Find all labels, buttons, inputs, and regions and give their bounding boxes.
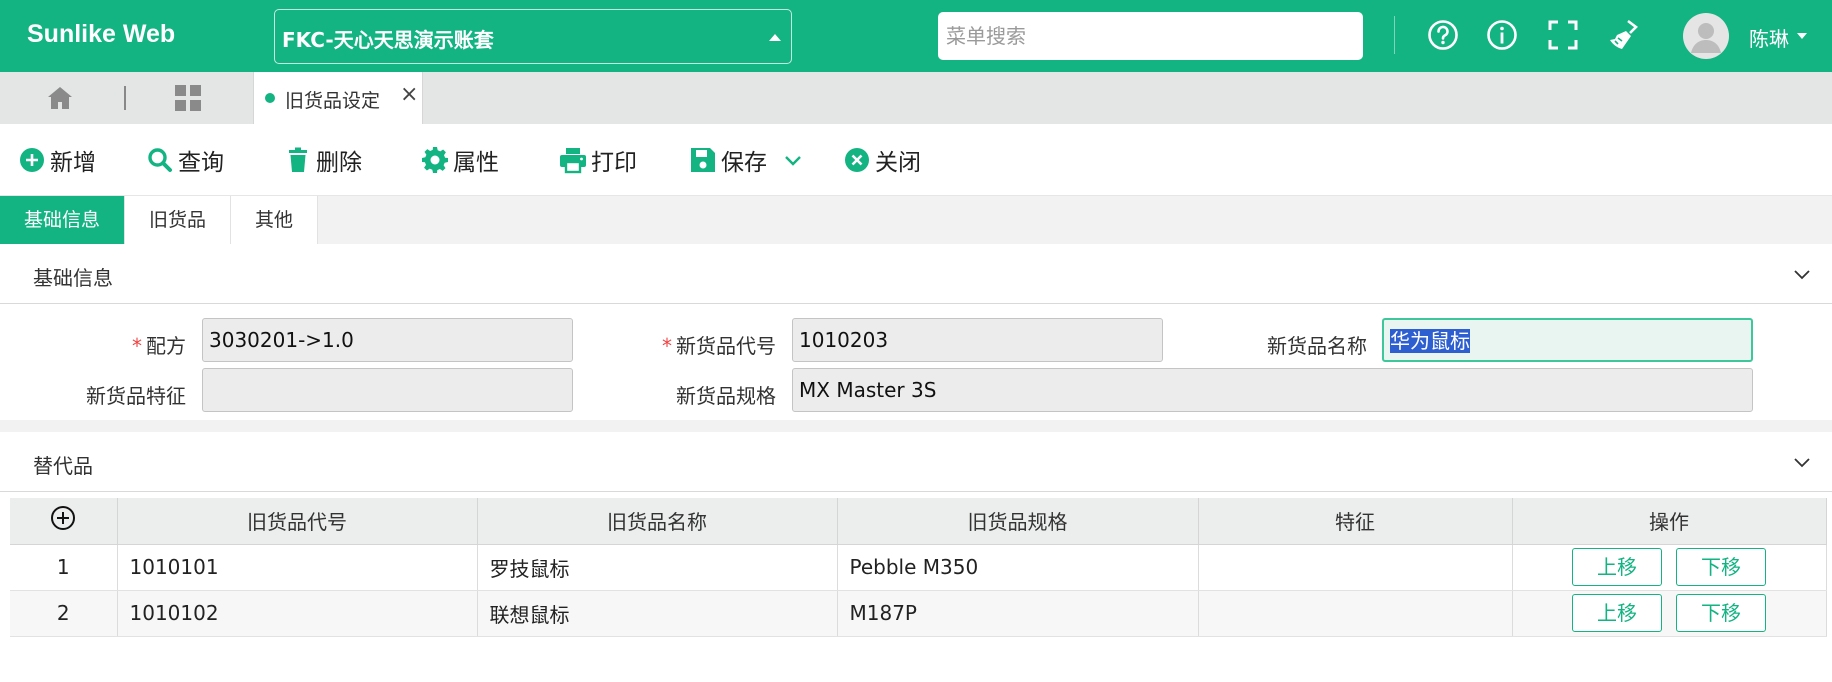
toolbar: 新增 查询 删除 属性 打印 保存 关闭	[0, 124, 1832, 196]
clean-cache-icon[interactable]	[1606, 17, 1642, 53]
fullscreen-icon[interactable]	[1545, 17, 1581, 53]
chevron-down-icon[interactable]	[779, 146, 801, 174]
selected-text: 华为鼠标	[1390, 329, 1470, 353]
tab-old-goods-setting[interactable]: 旧货品设定 ×	[253, 72, 423, 124]
user-name[interactable]: 陈琳	[1749, 23, 1789, 52]
delete-button[interactable]: 删除	[284, 144, 362, 176]
trash-icon	[284, 146, 312, 174]
menu-search-input[interactable]	[938, 12, 1363, 60]
table-row[interactable]: 1 1010101 罗技鼠标 Pebble M350 上移 下移	[10, 544, 1827, 591]
brand-logo: Sunlike Web	[27, 20, 176, 48]
basic-info-header[interactable]: 基础信息	[0, 244, 1832, 304]
print-button[interactable]: 打印	[559, 144, 637, 176]
action-cell: 上移 下移	[1512, 544, 1827, 591]
action-cell: 上移 下移	[1512, 590, 1827, 637]
old-code-cell[interactable]: 1010101	[117, 544, 478, 591]
new-feature-field[interactable]	[202, 368, 573, 412]
row-number: 1	[10, 544, 118, 591]
add-icon	[18, 146, 46, 174]
new-spec-field[interactable]: MX Master 3S	[792, 368, 1753, 412]
basic-info-panel: 基础信息 * 配方 3030201->1.0 * 新货品代号 1010203 新货品…	[0, 244, 1832, 420]
grid-icon[interactable]	[173, 83, 203, 113]
tab-label: 旧货品设定	[285, 90, 381, 112]
close-tab-icon[interactable]: ×	[400, 82, 418, 107]
substitutes-header[interactable]: 替代品	[0, 432, 1832, 492]
chevron-down-icon[interactable]	[1792, 452, 1812, 472]
close-button[interactable]: 关闭	[843, 144, 921, 176]
new-name-field[interactable]: 华为鼠标	[1382, 318, 1753, 362]
panel-title: 基础信息	[33, 266, 113, 290]
required-mark: *	[132, 334, 142, 358]
new-code-field[interactable]: 1010203	[792, 318, 1163, 362]
org-selector-value: FKC-天心天思演示账套	[282, 28, 494, 52]
add-button[interactable]: 新增	[18, 144, 96, 176]
new-spec-label: 新货品规格	[676, 384, 776, 408]
old-spec-cell[interactable]: M187P	[837, 590, 1199, 637]
move-up-button[interactable]: 上移	[1572, 548, 1662, 586]
tab-basic-info[interactable]: 基础信息	[0, 196, 126, 244]
printer-icon	[559, 146, 587, 174]
new-code-label: * 新货品代号	[662, 334, 776, 358]
column-header: 旧货品规格	[837, 498, 1199, 545]
feature-cell[interactable]	[1198, 590, 1513, 637]
home-icon[interactable]	[44, 82, 76, 114]
formula-field[interactable]: 3030201->1.0	[202, 318, 573, 362]
help-icon[interactable]	[1425, 17, 1461, 53]
section-tabs: 基础信息 旧货品 其他	[0, 196, 319, 244]
feature-cell[interactable]	[1198, 544, 1513, 591]
header-divider	[1394, 16, 1395, 54]
user-menu-caret-icon[interactable]	[1797, 33, 1807, 39]
search-icon	[146, 146, 174, 174]
tab-old-goods[interactable]: 旧货品	[125, 196, 232, 244]
required-mark: *	[662, 334, 672, 358]
tab-other[interactable]: 其他	[231, 196, 319, 244]
properties-button[interactable]: 属性	[421, 144, 499, 176]
move-up-button[interactable]: 上移	[1572, 594, 1662, 632]
table-header-row: 旧货品代号 旧货品名称 旧货品规格 特征 操作	[10, 498, 1827, 545]
new-name-label: 新货品名称	[1267, 334, 1367, 358]
org-selector[interactable]: FKC-天心天思演示账套	[274, 9, 792, 64]
table-row[interactable]: 2 1010102 联想鼠标 M187P 上移 下移	[10, 590, 1827, 637]
column-header: 旧货品名称	[477, 498, 838, 545]
old-code-cell[interactable]: 1010102	[117, 590, 478, 637]
save-button[interactable]: 保存	[689, 144, 801, 176]
avatar[interactable]	[1683, 13, 1729, 59]
doc-tab-strip: 旧货品设定 ×	[0, 72, 1832, 124]
column-header: 旧货品代号	[117, 498, 478, 545]
info-icon[interactable]	[1484, 17, 1520, 53]
caret-up-icon	[769, 34, 781, 41]
close-circle-icon	[843, 146, 871, 174]
panel-title: 替代品	[33, 454, 93, 478]
chevron-down-icon[interactable]	[1792, 264, 1812, 284]
move-down-button[interactable]: 下移	[1676, 594, 1766, 632]
column-header: 操作	[1512, 498, 1827, 545]
old-name-cell[interactable]: 罗技鼠标	[477, 544, 838, 591]
tab-strip-divider	[124, 86, 126, 110]
move-down-button[interactable]: 下移	[1676, 548, 1766, 586]
formula-label: * 配方	[132, 334, 186, 358]
gear-icon	[421, 146, 449, 174]
old-spec-cell[interactable]: Pebble M350	[837, 544, 1199, 591]
active-tab-dot	[265, 93, 275, 103]
add-row-icon[interactable]	[10, 498, 118, 545]
old-name-cell[interactable]: 联想鼠标	[477, 590, 838, 637]
row-number: 2	[10, 590, 118, 637]
query-button[interactable]: 查询	[146, 144, 224, 176]
save-icon	[689, 146, 717, 174]
column-header: 特征	[1198, 498, 1513, 545]
top-bar: Sunlike Web FKC-天心天思演示账套 陈琳	[0, 0, 1832, 72]
substitutes-table: 旧货品代号 旧货品名称 旧货品规格 特征 操作 1 1010101 罗技鼠标 P…	[10, 498, 1827, 637]
new-feature-label: 新货品特征	[86, 384, 186, 408]
